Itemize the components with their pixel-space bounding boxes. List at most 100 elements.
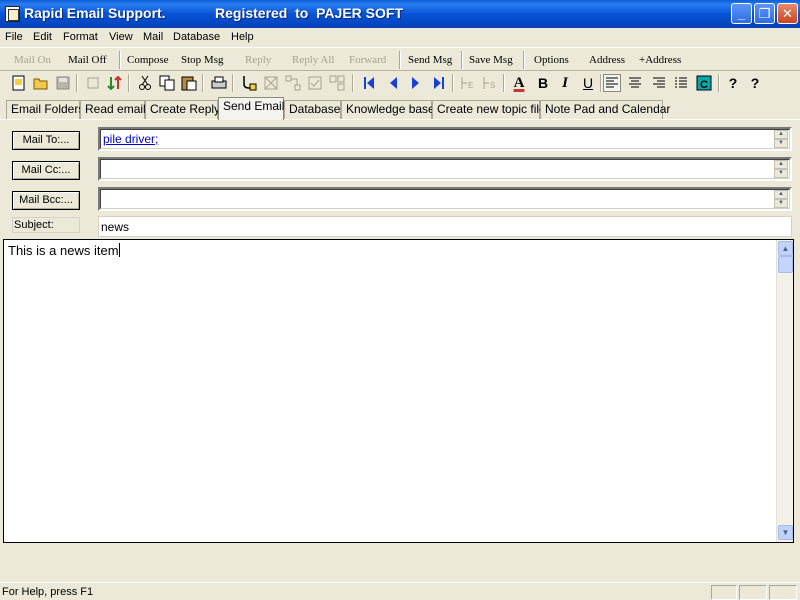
title-bar[interactable]: Rapid Email Support. Registered to PAJER… (0, 0, 800, 28)
vertical-scrollbar[interactable]: ▲ ▼ (776, 240, 793, 542)
to-spinner[interactable]: ▲ ▼ (774, 130, 788, 149)
app-icon[interactable] (5, 6, 20, 22)
bold-icon[interactable]: B (534, 74, 552, 92)
address-button[interactable]: Address (589, 52, 625, 68)
last-record-icon[interactable] (430, 74, 448, 92)
reply-all-button[interactable]: Reply All (292, 52, 334, 68)
tab-knowledge-base[interactable]: Knowledge base (341, 100, 435, 119)
align-left-icon[interactable] (603, 74, 621, 92)
bcc-field-inner (100, 189, 790, 209)
tab-email-folders[interactable]: Email Folders (6, 100, 84, 119)
menu-mail[interactable]: Mail (141, 28, 165, 46)
next-record-icon[interactable] (407, 74, 425, 92)
mail-bcc-button[interactable]: Mail Bcc:... (12, 191, 80, 210)
text-caret (118, 243, 120, 257)
cut-icon[interactable] (136, 74, 154, 92)
grid-icon[interactable] (328, 74, 346, 92)
bcc-field[interactable]: ▲ ▼ (98, 187, 792, 211)
print-icon[interactable] (210, 74, 228, 92)
spin-up-icon[interactable]: ▲ (774, 130, 788, 139)
attach-icon[interactable] (84, 74, 102, 92)
menu-database[interactable]: Database (171, 28, 222, 46)
spin-down-icon[interactable]: ▼ (774, 199, 788, 208)
mail-on-button[interactable]: Mail On (14, 52, 51, 68)
align-right-icon[interactable] (650, 74, 668, 92)
sort-icon[interactable] (106, 74, 124, 92)
first-record-icon[interactable] (360, 74, 378, 92)
spin-down-icon[interactable]: ▼ (774, 169, 788, 178)
menu-edit[interactable]: Edit (31, 28, 54, 46)
menu-file[interactable]: File (3, 28, 25, 46)
reply-button[interactable]: Reply (245, 52, 271, 68)
calendar-icon[interactable]: C (695, 74, 713, 92)
check-icon[interactable] (306, 74, 324, 92)
scroll-down-icon[interactable]: ▼ (778, 525, 793, 540)
insert-signature-icon[interactable]: S (481, 74, 499, 92)
options-button[interactable]: Options (534, 52, 569, 68)
network-icon[interactable] (284, 74, 302, 92)
menu-format[interactable]: Format (61, 28, 100, 46)
spin-up-icon[interactable]: ▲ (774, 190, 788, 199)
bcc-spinner[interactable]: ▲ ▼ (774, 190, 788, 209)
menu-bar: File Edit Format View Mail Database Help (0, 28, 800, 46)
tab-create-reply[interactable]: Create Reply (145, 100, 220, 119)
paste-icon[interactable] (180, 74, 198, 92)
underline-icon[interactable]: U (579, 74, 597, 92)
scroll-thumb[interactable] (778, 256, 793, 273)
new-document-icon[interactable] (10, 74, 28, 92)
message-body-editor[interactable]: This is a news item ▲ ▼ (3, 239, 794, 543)
registration-text: Registered to PAJER SOFT (215, 5, 403, 21)
send-receive-icon[interactable] (240, 74, 258, 92)
tab-create-new-topic-file[interactable]: Create new topic file (432, 100, 546, 119)
toolbar-separator (128, 74, 130, 92)
menu-view[interactable]: View (107, 28, 135, 46)
toolbar-separator (202, 74, 204, 92)
align-center-icon[interactable] (626, 74, 644, 92)
subject-input[interactable]: news (98, 216, 792, 237)
minimize-button[interactable]: _ (731, 3, 752, 24)
text-toolbar: Mail On Mail Off Compose Stop Msg Reply … (0, 47, 800, 71)
italic-icon[interactable]: I (556, 74, 574, 92)
menu-help[interactable]: Help (229, 28, 256, 46)
subject-value[interactable]: news (101, 220, 129, 234)
delete-message-icon[interactable] (262, 74, 280, 92)
tab-send-email[interactable]: Send Email (218, 97, 284, 120)
copy-icon[interactable] (158, 74, 176, 92)
save-msg-button[interactable]: Save Msg (469, 52, 513, 68)
add-address-button[interactable]: +Address (639, 52, 681, 68)
status-panel (739, 585, 767, 600)
window-title: Rapid Email Support. (24, 5, 166, 21)
help-icon[interactable]: ? (724, 74, 742, 92)
to-recipient[interactable]: pile driver; (103, 132, 158, 146)
tab-read-email[interactable]: Read email (80, 100, 146, 119)
insert-field-icon[interactable]: E (459, 74, 477, 92)
message-body-text[interactable]: This is a news item (8, 243, 119, 258)
maximize-button[interactable]: ❐ (754, 3, 775, 24)
to-field[interactable]: pile driver; ▲ ▼ (98, 127, 792, 151)
svg-text:C: C (700, 79, 708, 91)
tab-note-pad-and-calendar[interactable]: Note Pad and Calendar (540, 100, 670, 119)
spin-up-icon[interactable]: ▲ (774, 160, 788, 169)
open-folder-icon[interactable] (32, 74, 50, 92)
mail-off-button[interactable]: Mail Off (68, 52, 107, 68)
cc-field[interactable]: ▲ ▼ (98, 157, 792, 181)
save-disk-icon[interactable] (54, 74, 72, 92)
tab-database[interactable]: Database (284, 100, 341, 119)
cc-spinner[interactable]: ▲ ▼ (774, 160, 788, 179)
font-color-icon[interactable]: A (510, 74, 528, 92)
compose-button[interactable]: Compose (127, 52, 169, 68)
close-button[interactable]: ✕ (777, 3, 798, 24)
mail-to-button[interactable]: Mail To:... (12, 131, 80, 150)
toolbar-separator (399, 51, 401, 69)
bullet-list-icon[interactable] (672, 74, 690, 92)
previous-record-icon[interactable] (384, 74, 402, 92)
message-body-text-line[interactable]: This is a news item (8, 243, 120, 258)
scroll-up-icon[interactable]: ▲ (778, 241, 793, 256)
whats-this-help-icon[interactable]: ? (746, 74, 764, 92)
send-msg-button[interactable]: Send Msg (408, 52, 452, 68)
mail-cc-button[interactable]: Mail Cc:... (12, 161, 80, 180)
status-bar: For Help, press F1 (0, 582, 800, 600)
spin-down-icon[interactable]: ▼ (774, 139, 788, 148)
forward-button[interactable]: Forward (349, 52, 386, 68)
stop-msg-button[interactable]: Stop Msg (181, 52, 224, 68)
